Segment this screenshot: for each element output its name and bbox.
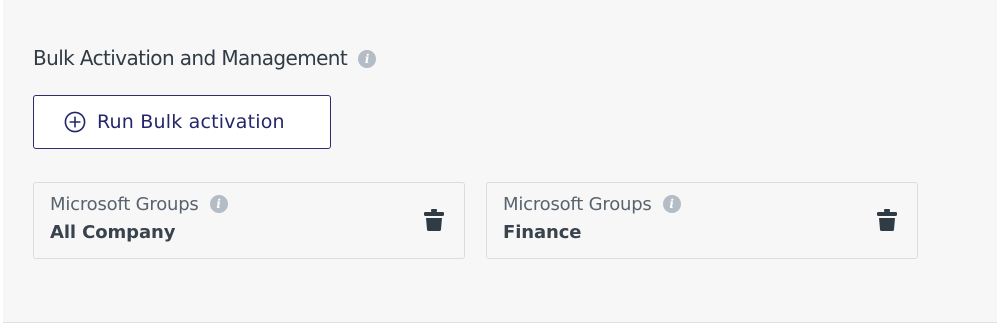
trash-icon — [424, 209, 444, 231]
group-name: All Company — [50, 222, 176, 243]
group-type-row: Microsoft Groups i — [50, 193, 228, 215]
delete-group-button[interactable] — [421, 207, 447, 233]
delete-group-button[interactable] — [874, 207, 900, 233]
section-header: Bulk Activation and Management i — [33, 44, 377, 72]
trash-icon — [877, 209, 897, 231]
section-title: Bulk Activation and Management — [33, 46, 348, 70]
info-icon[interactable]: i — [358, 49, 377, 68]
info-icon[interactable]: i — [662, 195, 681, 213]
run-bulk-activation-button[interactable]: Run Bulk activation — [33, 95, 331, 149]
group-type-label: Microsoft Groups — [503, 193, 652, 215]
group-name: Finance — [503, 222, 582, 243]
plus-circle-icon — [64, 111, 86, 133]
group-card: Microsoft Groups i Finance — [486, 182, 918, 259]
info-icon[interactable]: i — [209, 195, 228, 213]
group-type-row: Microsoft Groups i — [503, 193, 681, 215]
group-card: Microsoft Groups i All Company — [33, 182, 465, 259]
run-bulk-activation-label: Run Bulk activation — [97, 111, 285, 133]
group-type-label: Microsoft Groups — [50, 193, 199, 215]
